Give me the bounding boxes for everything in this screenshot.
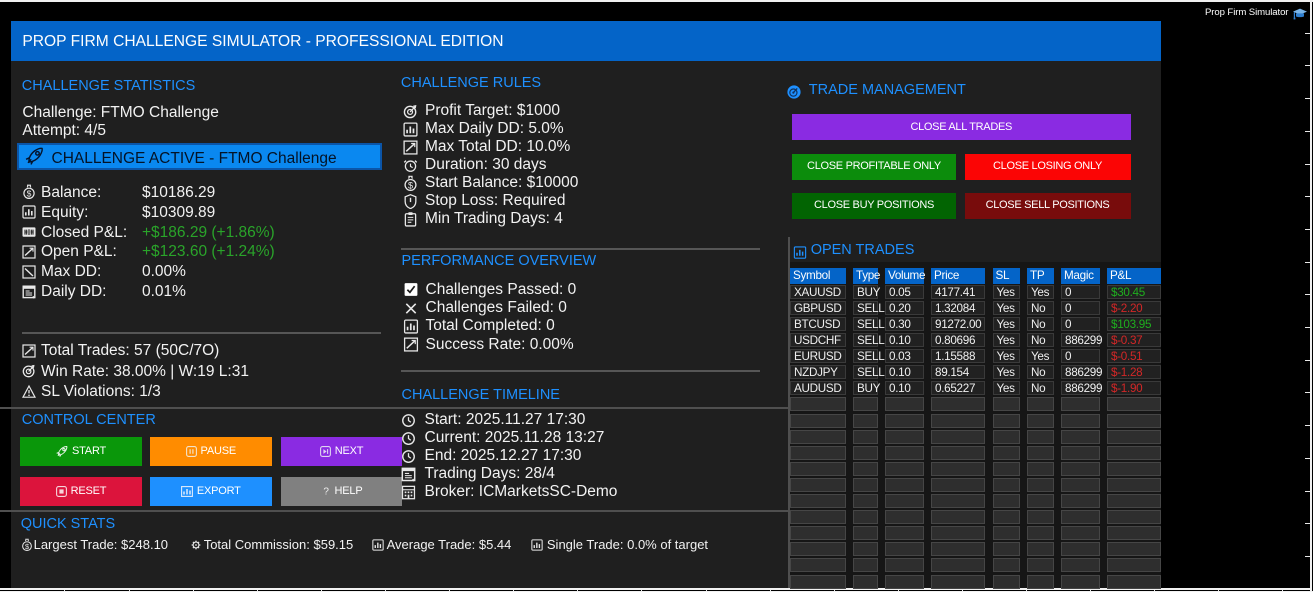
svg-text:$: $ bbox=[25, 541, 29, 550]
svg-text:$: $ bbox=[408, 180, 413, 190]
svg-text:$: $ bbox=[27, 189, 32, 199]
svg-text:?: ? bbox=[323, 487, 329, 498]
